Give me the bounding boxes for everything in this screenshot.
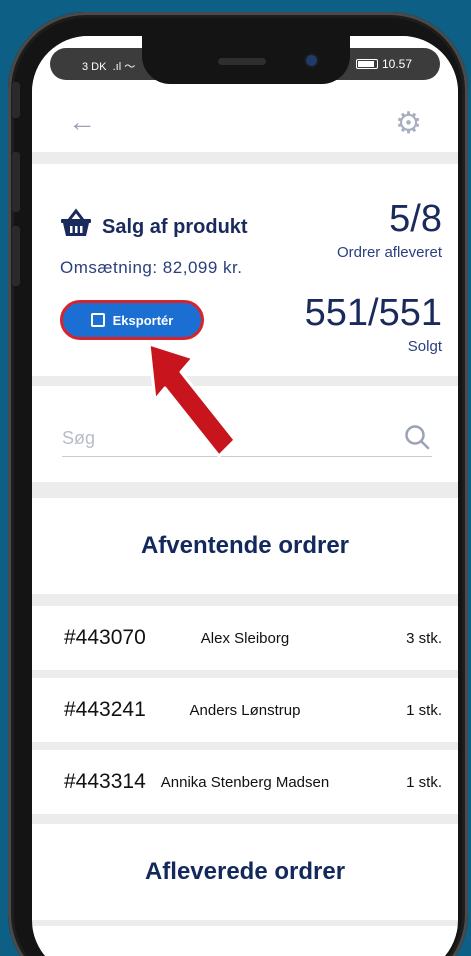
sold-label: Solgt	[407, 338, 442, 355]
notch	[142, 36, 350, 84]
revenue-text: Omsætning: 82,099 kr.	[60, 258, 243, 277]
search-underline	[62, 456, 432, 457]
phone-screen: 3 DK .ıl 〜 10.57 ← ⚙ Salg af produkt Oms…	[32, 36, 458, 956]
export-button[interactable]: Eksportér	[60, 300, 204, 340]
side-button	[12, 152, 20, 212]
order-customer: Anders Lønstrup	[189, 702, 301, 719]
order-row[interactable]: #443241 Anders Lønstrup 1 stk.	[32, 678, 458, 742]
search-icon[interactable]	[404, 424, 430, 450]
delivered-orders-header: Afleverede ordrer	[32, 824, 458, 920]
order-quantity: 1 stk.	[406, 702, 442, 719]
order-row[interactable]	[32, 926, 458, 956]
summary-card: Salg af produkt Omsætning: 82,099 kr. Ek…	[32, 164, 458, 376]
basket-icon	[61, 208, 91, 236]
orders-delivered-label: Ordrer afleveret	[336, 244, 442, 261]
order-quantity: 3 stk.	[406, 630, 442, 647]
order-customer: Annika Stenberg Madsen	[160, 774, 330, 791]
order-row[interactable]: #443070 Alex Sleiborg 3 stk.	[32, 606, 458, 670]
side-button	[12, 226, 20, 286]
annotation-arrow	[147, 342, 237, 458]
arrow-left-icon[interactable]: ←	[68, 106, 96, 138]
order-quantity: 1 stk.	[406, 774, 442, 791]
carrier-label: 3 DK .ıl 〜	[82, 58, 135, 74]
status-bar: 3 DK .ıl 〜 10.57	[32, 36, 458, 96]
speaker	[218, 58, 266, 65]
section-title: Afleverede ordrer	[144, 858, 346, 885]
battery-icon	[355, 59, 378, 69]
export-icon	[90, 313, 105, 327]
camera	[306, 55, 317, 66]
search-card	[32, 386, 458, 482]
orders-delivered-value: 5/8	[389, 198, 442, 240]
export-label: Eksportér	[112, 312, 174, 328]
section-title: Afventende ordrer	[140, 532, 350, 559]
gear-icon[interactable]: ⚙	[395, 106, 422, 141]
order-customer: Alex Sleiborg	[200, 630, 290, 647]
side-button	[12, 82, 20, 118]
phone-frame: 3 DK .ıl 〜 10.57 ← ⚙ Salg af produkt Oms…	[8, 12, 468, 956]
status-right: 10.57	[355, 57, 412, 71]
pending-orders-header: Afventende ordrer	[32, 498, 458, 594]
top-bar: ← ⚙	[32, 96, 458, 152]
carrier-text: 3 DK	[82, 61, 107, 73]
signal-icon: .ıl 〜	[109, 61, 136, 73]
order-row[interactable]: #443314 Annika Stenberg Madsen 1 stk.	[32, 750, 458, 814]
summary-title: Salg af produkt	[102, 216, 248, 238]
clock: 10.57	[381, 57, 412, 71]
sold-value: 551/551	[304, 292, 442, 334]
